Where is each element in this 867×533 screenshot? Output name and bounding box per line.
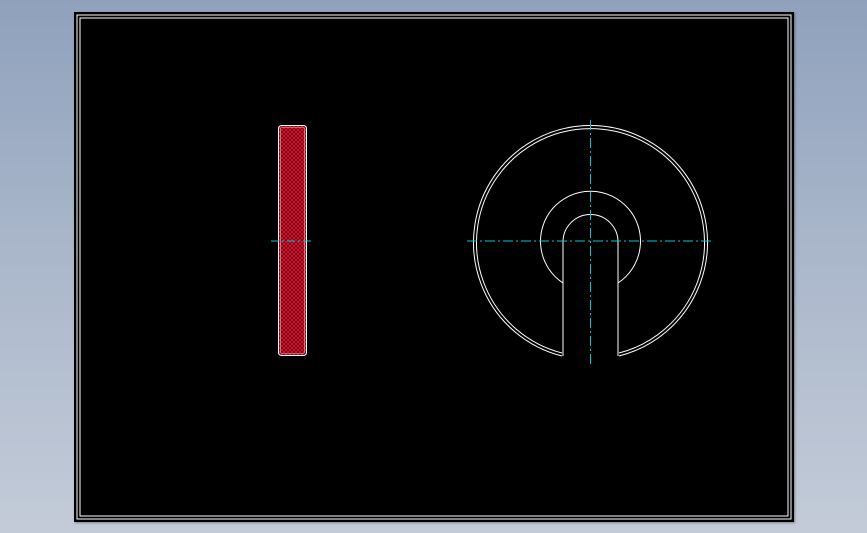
- side-section-view: [271, 125, 314, 356]
- sheet-border-outer: [76, 14, 792, 520]
- front-view: [467, 120, 713, 364]
- sheet-border-inner: [79, 17, 789, 517]
- cad-drawing: [76, 14, 792, 520]
